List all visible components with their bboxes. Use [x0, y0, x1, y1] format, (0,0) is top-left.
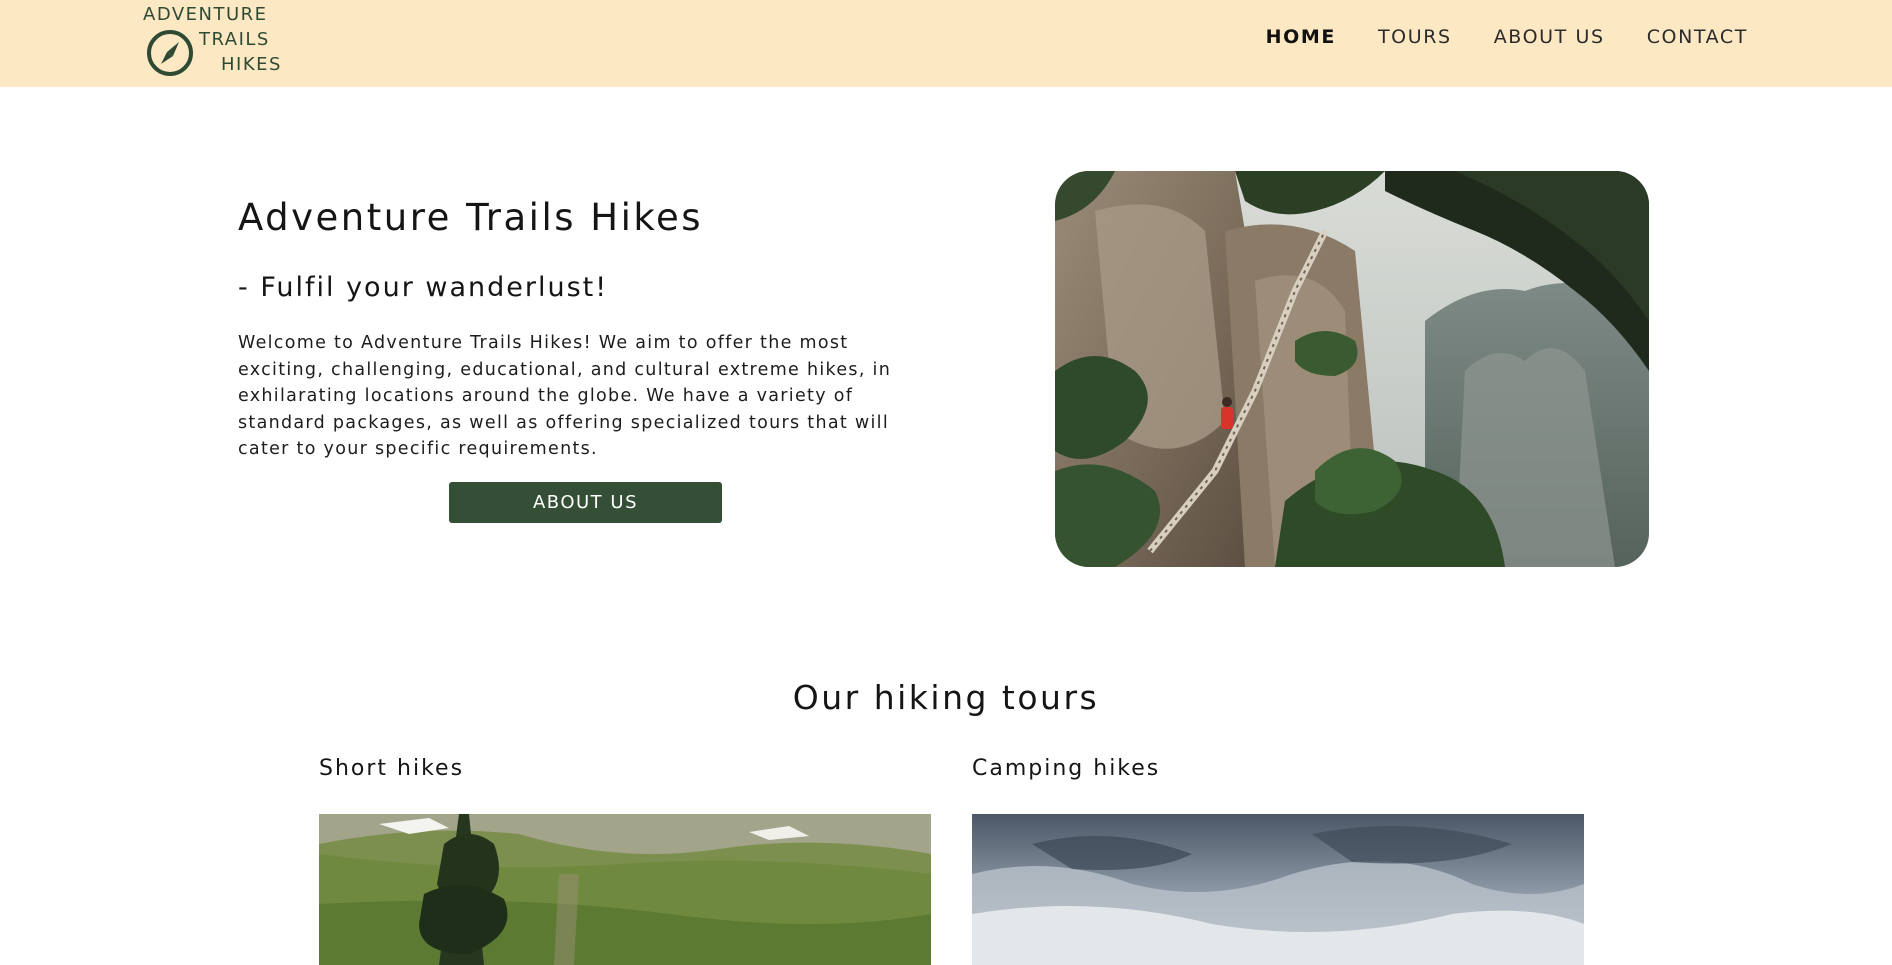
logo-text-trails: TRAILS [199, 29, 270, 50]
nav-home[interactable]: HOME [1266, 26, 1336, 48]
nav-contact[interactable]: CONTACT [1647, 26, 1748, 48]
hero-description: Welcome to Adventure Trails Hikes! We ai… [238, 333, 892, 459]
tour-card-title-short-hikes[interactable]: Short hikes [319, 756, 464, 781]
tour-card-title-camping-hikes[interactable]: Camping hikes [972, 756, 1160, 781]
tour-image-camping-hikes[interactable] [972, 814, 1584, 965]
about-us-button[interactable]: ABOUT US [449, 482, 722, 523]
hero-image-cliff-stairs [1055, 171, 1649, 567]
main-nav: HOME TOURS ABOUT US CONTACT [1266, 26, 1748, 48]
nav-tours[interactable]: TOURS [1378, 26, 1452, 48]
hero-subtitle: - Fulfil your wanderlust! [238, 272, 609, 303]
site-logo[interactable]: ADVENTURE TRAILS HIKES [143, 3, 303, 83]
site-header: ADVENTURE TRAILS HIKES HOME TOURS ABOUT … [0, 0, 1892, 87]
hero-title: Adventure Trails Hikes [238, 196, 704, 239]
tours-section-title: Our hiking tours [792, 678, 1100, 717]
logo-text-adventure: ADVENTURE [143, 4, 268, 25]
logo-text-hikes: HIKES [221, 54, 282, 75]
compass-icon [147, 30, 193, 76]
nav-about-us[interactable]: ABOUT US [1494, 26, 1605, 48]
tour-image-short-hikes[interactable] [319, 814, 931, 965]
